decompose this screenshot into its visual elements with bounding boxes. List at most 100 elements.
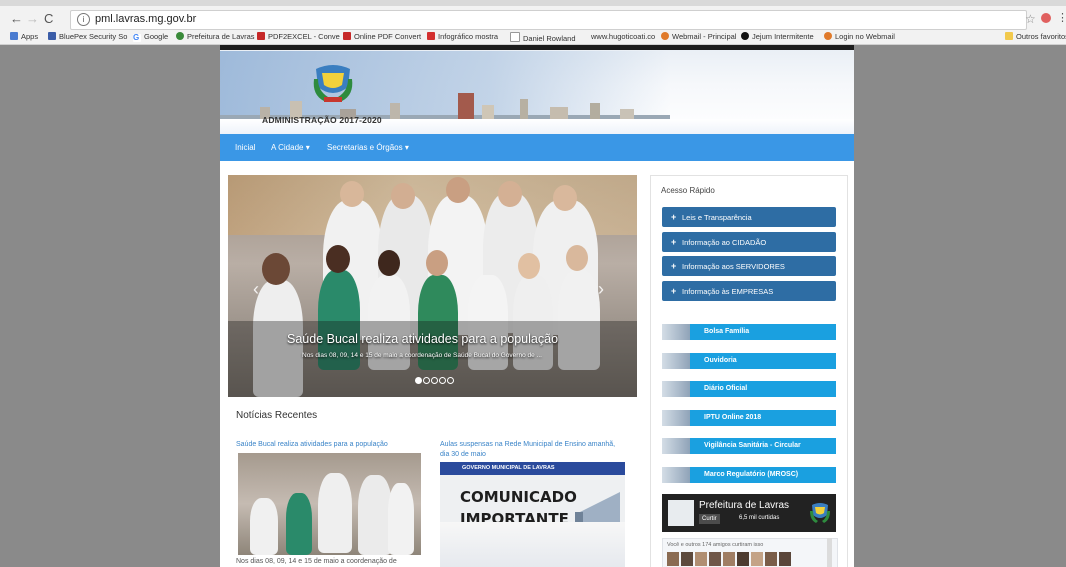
bookmarks-bar: Apps BluePex Security So G Google Prefeit…	[0, 30, 1066, 45]
carousel-dot[interactable]	[447, 377, 454, 384]
link-tag-icon	[662, 353, 690, 369]
photo-figure	[358, 475, 392, 555]
reload-icon[interactable]: C	[44, 11, 53, 26]
link-ouvidoria[interactable]: Ouvidoria	[662, 353, 836, 369]
address-bar[interactable]: i pml.lavras.mg.gov.br	[70, 10, 1027, 30]
nav-a-cidade[interactable]: A Cidade ▾	[271, 143, 310, 152]
bookmark-star-icon[interactable]: ☆	[1025, 12, 1036, 26]
facebook-scrollbar[interactable]	[827, 538, 832, 567]
plus-icon: +	[671, 261, 677, 271]
link-tag-icon	[662, 410, 690, 426]
bookmark-pdf2excel[interactable]: PDF2EXCEL - Conve	[257, 32, 340, 41]
apps-icon	[10, 32, 18, 40]
friend-avatar[interactable]	[681, 552, 693, 566]
link-bolsa-familia[interactable]: Bolsa Família	[662, 324, 836, 340]
web-page: ADMINISTRAÇÃO 2017-2020 Inicial A Cidade…	[220, 45, 854, 567]
nav-inicial[interactable]: Inicial	[235, 143, 255, 152]
bookmark-infografico[interactable]: Infográfico mostra	[427, 32, 498, 41]
bookmark-jejum[interactable]: Jejum Intermitente	[741, 32, 814, 41]
news-excerpt: Nos dias 08, 09, 14 e 15 de maio a coord…	[236, 558, 397, 565]
photo-face	[566, 245, 588, 271]
carousel-indicators	[415, 371, 455, 389]
nav-secretarias[interactable]: Secretarias e Órgãos ▾	[327, 143, 409, 152]
folder-icon	[1005, 32, 1013, 40]
photo-face	[426, 250, 448, 276]
news-link[interactable]: Aulas suspensas na Rede Municipal de Ens…	[440, 440, 620, 460]
prev-slide-icon[interactable]: ‹	[253, 279, 259, 300]
bluepex-icon	[48, 32, 56, 40]
bookmark-hugo[interactable]: www.hugoticoati.co	[591, 32, 655, 41]
site-banner: ADMINISTRAÇÃO 2017-2020	[220, 45, 854, 134]
friend-avatar[interactable]	[751, 552, 763, 566]
link-diario-oficial[interactable]: Diário Oficial	[662, 381, 836, 397]
facebook-widget[interactable]: Prefeitura de Lavras Curtir 6,5 mil curt…	[662, 494, 836, 532]
quick-access-heading: Acesso Rápido	[661, 186, 715, 195]
facebook-friends-text: Você e outros 174 amigos curtiram isso	[667, 542, 764, 548]
friend-avatar[interactable]	[737, 552, 749, 566]
bookmark-online-pdf[interactable]: Online PDF Convert	[343, 32, 421, 41]
link-tag-icon	[662, 467, 690, 483]
bookmark-daniel[interactable]: Daniel Rowland	[510, 32, 576, 43]
slide-title[interactable]: Saúde Bucal realiza atividades para a po…	[287, 332, 558, 346]
news-item: Saúde Bucal realiza atividades para a po…	[236, 440, 421, 450]
facebook-page-name[interactable]: Prefeitura de Lavras	[699, 500, 789, 511]
carousel-dot[interactable]	[431, 377, 438, 384]
browser-toolbar: ← → C i pml.lavras.mg.gov.br ☆ ⋮	[0, 0, 1066, 31]
facebook-friends-box: Você e outros 174 amigos curtiram isso	[662, 538, 838, 567]
friend-avatar[interactable]	[765, 552, 777, 566]
coat-of-arms-logo	[810, 503, 830, 523]
back-icon[interactable]: ←	[10, 11, 23, 26]
pdf-icon	[257, 32, 265, 40]
forward-icon[interactable]: →	[26, 11, 39, 26]
friend-avatar[interactable]	[723, 552, 735, 566]
next-slide-icon[interactable]: ›	[598, 279, 604, 300]
banner-title: ADMINISTRAÇÃO 2017-2020	[262, 115, 382, 125]
news-thumbnail[interactable]	[238, 453, 421, 555]
photo-face	[446, 177, 470, 203]
carousel-dot[interactable]	[439, 377, 446, 384]
extension-icon[interactable]	[1041, 13, 1051, 23]
plus-icon: +	[671, 237, 677, 247]
url-text[interactable]: pml.lavras.mg.gov.br	[95, 13, 196, 25]
link-iptu[interactable]: IPTU Online 2018	[662, 410, 836, 426]
facebook-page-avatar[interactable]	[668, 500, 694, 526]
carousel-dot[interactable]	[415, 377, 422, 384]
friend-avatar[interactable]	[667, 552, 679, 566]
quick-link-cidadao[interactable]: + Informação ao CIDADÃO	[662, 232, 836, 252]
photo-face	[391, 183, 415, 209]
bookmark-webmail[interactable]: Webmail - Principal	[661, 32, 736, 41]
menu-icon[interactable]: ⋮	[1057, 11, 1066, 24]
bookmark-google[interactable]: G Google	[133, 32, 168, 42]
bookmark-bluepex[interactable]: BluePex Security So	[48, 32, 127, 41]
facebook-like-button[interactable]: Curtir	[699, 514, 720, 524]
plus-icon: +	[671, 286, 677, 296]
quick-link-servidores[interactable]: + Informação aos SERVIDORES	[662, 256, 836, 276]
news-link[interactable]: Saúde Bucal realiza atividades para a po…	[236, 440, 421, 450]
slide-subtitle: Nos dias 08, 09, 14 e 15 de maio a coord…	[302, 352, 542, 359]
friend-avatar[interactable]	[695, 552, 707, 566]
government-banner: GOVERNO MUNICIPAL DE LAVRAS	[440, 462, 625, 475]
quick-link-leis[interactable]: + Leis e Transparência	[662, 207, 836, 227]
link-tag-icon	[662, 324, 690, 340]
bookmark-outros[interactable]: Outros favoritos	[1005, 32, 1066, 41]
facebook-like-count: 6,5 mil curtidas	[739, 515, 780, 521]
tab-strip	[0, 0, 1066, 6]
link-tag-icon	[662, 381, 690, 397]
news-thumbnail[interactable]: GOVERNO MUNICIPAL DE LAVRAS COMUNICADO I…	[440, 462, 625, 567]
photo-child	[388, 483, 414, 555]
info-icon[interactable]: i	[77, 13, 90, 26]
photo-face	[262, 253, 290, 285]
bookmark-prefeitura[interactable]: Prefeitura de Lavras	[176, 32, 255, 41]
bookmark-apps[interactable]: Apps	[10, 32, 38, 41]
link-mrosc[interactable]: Marco Regulatório (MROSC)	[662, 467, 836, 483]
news-carousel[interactable]: ‹ › Saúde Bucal realiza atividades para …	[228, 175, 637, 397]
recent-news-heading: Notícias Recentes	[236, 410, 318, 421]
carousel-dot[interactable]	[423, 377, 430, 384]
google-icon: G	[133, 33, 141, 42]
bookmark-login-webmail[interactable]: Login no Webmail	[824, 32, 895, 41]
page-icon	[510, 32, 520, 42]
link-vigilancia[interactable]: Vigilância Sanitária - Circular	[662, 438, 836, 454]
quick-link-empresas[interactable]: + Informação às EMPRESAS	[662, 281, 836, 301]
friend-avatar[interactable]	[779, 552, 791, 566]
friend-avatar[interactable]	[709, 552, 721, 566]
